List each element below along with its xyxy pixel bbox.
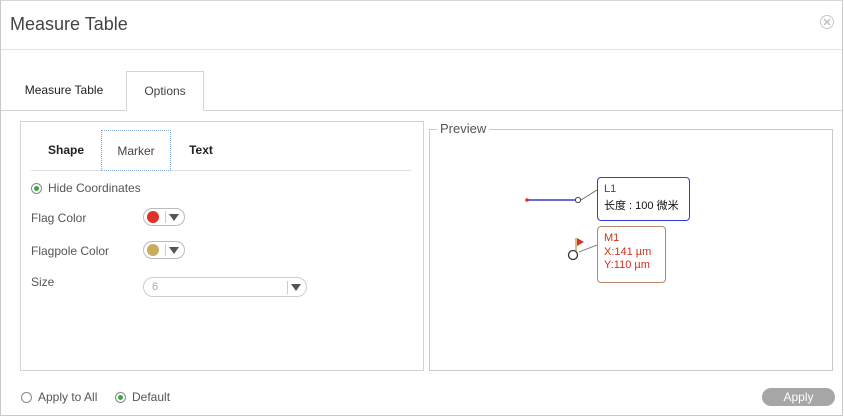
sub-tabs: Shape Marker Text <box>31 130 411 171</box>
preview-legend: Preview <box>437 121 490 136</box>
line-label-name: L1 <box>604 183 617 195</box>
chevron-down-icon <box>291 284 301 291</box>
size-select[interactable]: 6 <box>143 277 307 297</box>
chevron-down-icon <box>169 247 179 254</box>
tab-text[interactable]: Text <box>171 130 231 170</box>
flag-icon <box>577 238 584 246</box>
line-label-length: 长度 : 100 微米 <box>604 200 679 212</box>
default-option[interactable]: Default <box>115 390 170 404</box>
apply-to-all-label: Apply to All <box>38 390 98 404</box>
flag-color-picker[interactable] <box>143 208 185 226</box>
line-label-box[interactable]: L1 长度 : 100 微米 <box>597 177 690 221</box>
marker-ring <box>567 249 579 261</box>
marker-label-box[interactable]: M1 X:141 µm Y:110 µm <box>597 226 666 283</box>
main-tabs: Measure Table Options <box>1 71 842 111</box>
apply-to-all-radio[interactable] <box>21 392 32 403</box>
dialog-titlebar: Measure Table <box>1 1 842 50</box>
flagpole-color-picker[interactable] <box>143 241 185 259</box>
hide-coordinates-radio[interactable] <box>31 183 42 194</box>
apply-to-all-option[interactable]: Apply to All <box>21 390 97 404</box>
hide-coordinates-label: Hide Coordinates <box>48 181 141 195</box>
default-radio[interactable] <box>115 392 126 403</box>
size-value: 6 <box>152 281 159 293</box>
chevron-down-icon <box>169 214 179 221</box>
line-end-point <box>574 196 582 204</box>
flag-color-label: Flag Color <box>31 211 87 225</box>
dialog-title: Measure Table <box>10 14 128 34</box>
flag-color-swatch <box>147 211 159 223</box>
flagpole-color-label: Flagpole Color <box>31 244 110 258</box>
flagpole-color-swatch <box>147 244 159 256</box>
marker-label-x: X:141 µm <box>604 246 652 258</box>
line-start-point <box>525 198 529 202</box>
close-icon[interactable] <box>820 15 834 29</box>
hide-coordinates-option[interactable]: Hide Coordinates <box>31 181 141 195</box>
size-label: Size <box>31 275 55 289</box>
default-label: Default <box>132 390 171 404</box>
marker-label-name: M1 <box>604 232 620 244</box>
apply-button[interactable]: Apply <box>762 388 835 406</box>
tab-shape[interactable]: Shape <box>31 130 101 170</box>
marker-label-y: Y:110 µm <box>604 259 650 271</box>
tab-options[interactable]: Options <box>126 71 204 111</box>
tab-marker[interactable]: Marker <box>101 130 171 171</box>
options-panel: Shape Marker Text Hide Coordinates Flag … <box>20 121 424 371</box>
tab-measure-table[interactable]: Measure Table <box>9 71 119 110</box>
